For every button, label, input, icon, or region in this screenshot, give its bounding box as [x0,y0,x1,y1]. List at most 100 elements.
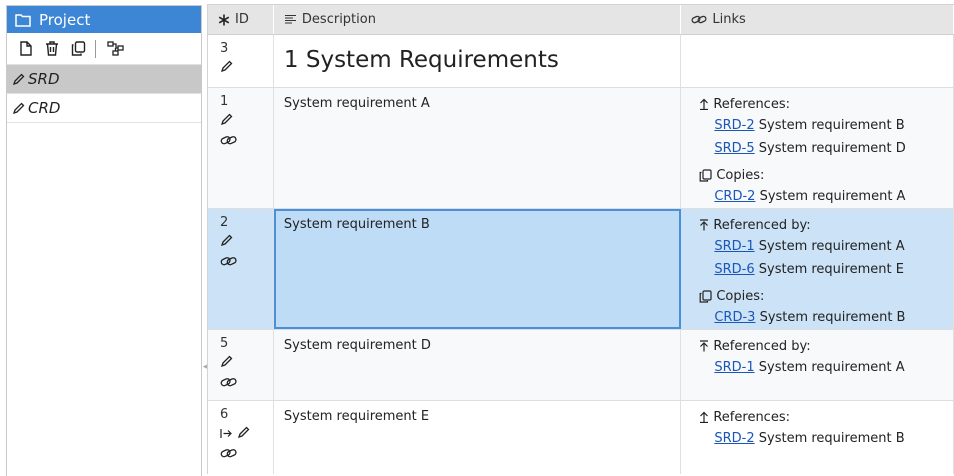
column-header-label: Links [712,12,746,27]
copy-document-button[interactable] [65,36,91,62]
link-text: System requirement B [758,431,905,446]
link-icon [220,449,237,458]
link-text: System requirement D [758,141,906,156]
link-icon [220,257,237,266]
link-text: System requirement A [758,239,905,254]
pencil-icon [220,113,233,126]
links-cell: Referenced by: SRD-1 System requirement … [681,330,954,400]
row-id: 2 [220,215,229,230]
link-text: System requirement B [758,118,905,133]
link-code[interactable]: SRD-1 [714,239,754,254]
copy-icon [699,289,712,303]
new-document-button[interactable] [13,36,39,62]
column-header-label: Description [301,12,376,27]
link-group-label: Copies: [716,167,765,183]
document-label: SRD [28,70,60,88]
table-row[interactable]: 1 System requirement A References: SRD-2… [208,88,954,209]
table-row[interactable]: 2 System requirement B Referenced by: SR… [208,209,954,330]
id-cell: 6 [208,401,274,474]
links-cell [681,35,954,87]
pencil-icon [220,234,233,247]
new-file-icon [20,41,32,56]
tree-view-button[interactable] [102,36,128,62]
indent-arrow-icon [220,429,232,438]
link-group-label: Copies: [716,288,765,304]
link-button[interactable] [220,444,273,465]
edit-button[interactable] [220,110,273,131]
link-entry: SRD-1 System requirement A [699,356,953,379]
link-code[interactable]: CRD-3 [714,310,755,325]
link-button[interactable] [220,131,273,152]
link-code[interactable]: SRD-6 [714,262,754,277]
copy-icon [71,41,85,56]
table-header: ID Description Links [208,4,954,35]
links-cell: Referenced by: SRD-1 System requirement … [681,209,954,329]
column-header-id[interactable]: ID [208,5,274,34]
copy-icon [699,168,712,182]
link-icon [220,378,237,387]
link-group-references: References: [699,94,953,114]
edit-button[interactable] [220,423,273,444]
description-cell[interactable]: System requirement E [274,401,682,474]
description-cell[interactable]: 1 System Requirements [274,35,682,87]
arrow-up-icon [700,98,709,110]
link-code[interactable]: SRD-2 [714,118,754,133]
id-cell: 2 [208,209,274,329]
description-cell[interactable]: System requirement A [274,88,682,208]
row-id: 5 [220,336,229,351]
link-button[interactable] [220,373,273,394]
link-entry: CRD-2 System requirement A [699,185,953,208]
link-group-label: References: [713,409,790,425]
project-title: Project [39,10,91,29]
pencil-icon [238,426,250,439]
delete-document-button[interactable] [39,36,65,62]
pencil-icon [12,73,25,85]
id-cell: 3 [208,35,274,87]
id-cell: 1 [208,88,274,208]
document-toolbar [7,33,201,65]
asterisk-icon [218,14,230,25]
link-entry: SRD-5 System requirement D [699,137,953,160]
document-item-srd[interactable]: SRD [7,65,201,94]
column-header-label: ID [235,12,249,27]
document-label: CRD [28,99,61,117]
arrow-up-bar-icon [700,340,709,352]
link-icon [691,15,707,24]
table-row[interactable]: 5 System requirement D Referenced by: SR… [208,330,954,401]
link-button[interactable] [220,252,273,273]
column-header-links[interactable]: Links [681,5,954,34]
link-icon [220,136,237,145]
link-group-label: Referenced by: [713,338,811,354]
edit-button[interactable] [220,352,273,373]
toolbar-separator [95,39,96,58]
edit-button[interactable] [220,231,273,252]
links-cell: References: SRD-2 System requirement B [681,401,954,474]
link-code[interactable]: SRD-5 [714,141,754,156]
column-header-description[interactable]: Description [274,5,682,34]
row-id: 3 [220,41,229,56]
edit-button[interactable] [220,57,273,78]
document-item-crd[interactable]: CRD [7,94,201,123]
link-group-referenced-by: Referenced by: [699,215,953,235]
arrow-up-bar-icon [700,219,709,231]
link-code[interactable]: CRD-2 [714,189,755,204]
pencil-icon [220,355,233,368]
table-row[interactable]: 3 1 System Requirements [208,35,954,88]
id-cell: 5 [208,330,274,400]
link-group-copies: Copies: [699,286,953,306]
link-text: System requirement A [758,360,905,375]
project-sidebar: Project SRD CRD [6,5,202,476]
row-id: 6 [220,407,229,422]
link-entry: SRD-6 System requirement E [699,258,953,281]
link-text: System requirement A [759,189,906,204]
description-cell[interactable]: System requirement D [274,330,682,400]
link-group-label: Referenced by: [713,217,811,233]
pencil-icon [220,60,233,73]
link-code[interactable]: SRD-2 [714,431,754,446]
table-row[interactable]: 6 System requirement E References: SRD-2… [208,401,954,474]
link-group-references: References: [699,407,953,427]
arrow-up-icon [700,411,709,423]
pencil-icon [12,102,25,114]
link-code[interactable]: SRD-1 [714,360,754,375]
description-cell[interactable]: System requirement B [273,209,682,329]
